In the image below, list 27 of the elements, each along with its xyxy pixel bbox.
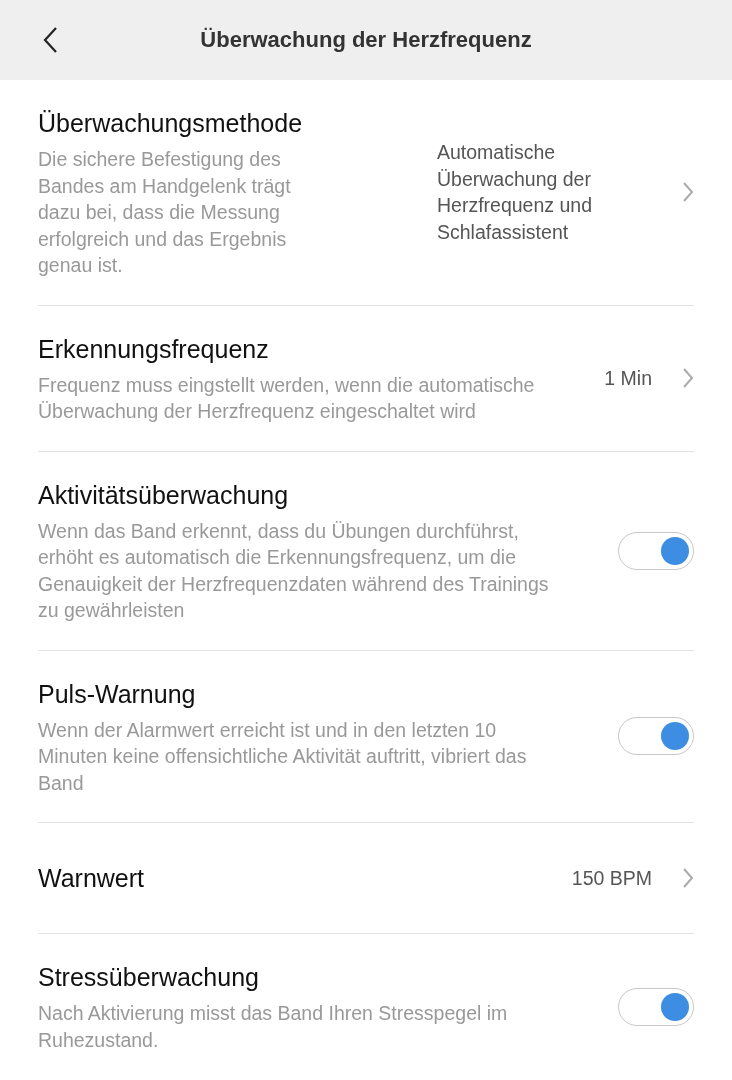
setting-description: Wenn das Band erkennt, dass du Übungen durchführst, erhöht es automatisch die Erkennungsfrequenz, um die Genauigkeit der Herzfrequenzdaten während des Trainings zu gewährleisten [38,518,550,623]
chevron-right-icon [682,367,694,389]
setting-title: Warnwert [38,863,146,894]
setting-title: Überwachungsmethode [38,108,304,139]
setting-title: Puls-Warnung [38,678,197,710]
setting-value: Automatische Überwachung der Herzfrequenz und Schlafassistent [437,140,593,245]
chevron-right-icon [682,867,694,889]
chevron-right-icon [682,181,694,204]
toggle-switch[interactable] [618,987,694,1026]
setting-value: 1 Min [604,365,652,391]
toggle-setting-row[interactable]: Aktivitätsüberwachung Wenn das Band erkennt, dass du Übungen durchführst, erhöht es automatisch die Erkennungsfrequenz, um die Genauigkeit der Herzfrequenzdaten während des Trainings zu gewährleisten [38,451,694,651]
setting-value: 150 BPM [571,865,652,891]
setting-row[interactable]: Erkennungsfrequenz Frequenz muss eingstellt werden, wenn die automatische Überwachung der Herzfrequenz eingeschaltet wird 1 Min [38,305,694,452]
setting-description: Nach Aktivierung misst das Band Ihren Stresspegel im Ruhezustand. [38,1001,509,1053]
setting-description: Frequenz muss eingstellt werden, wenn die automatische Überwachung der Herzfrequenz eingeschaltet wird [38,372,536,424]
setting-row[interactable]: Warnwert 150 BPM [38,823,694,934]
setting-description: Wenn der Alarmwert erreicht ist und in den letzten 10 Minuten keine offensichtliche Aktivität auftritt, vibriert das Band [38,717,528,796]
toggle-setting-row[interactable]: Stressüberwachung Nach Aktivierung misst das Band Ihren Stresspegel im Ruhezustand. [38,934,694,1079]
back-icon[interactable] [42,26,58,54]
toggle-setting-row[interactable]: Puls-Warnung Wenn der Alarmwert erreicht ist und in den letzten 10 Minuten keine offensichtliche Aktivität auftritt, vibriert das Band [38,650,694,823]
page-title: Überwachung der Herzfrequenz [200,27,532,53]
setting-title: Stressüberwachung [38,962,260,993]
toggle-switch[interactable] [618,717,694,756]
setting-description: Die sichere Befestigung des Bandes am Handgelenk trägt dazu bei, dass die Messung erfolgreich und das Ergebnis genau ist. [38,147,292,278]
setting-title: Erkennungsfrequenz [38,333,270,365]
setting-title: Aktivitätsüberwachung [38,479,290,511]
toggle-switch[interactable] [618,531,694,570]
